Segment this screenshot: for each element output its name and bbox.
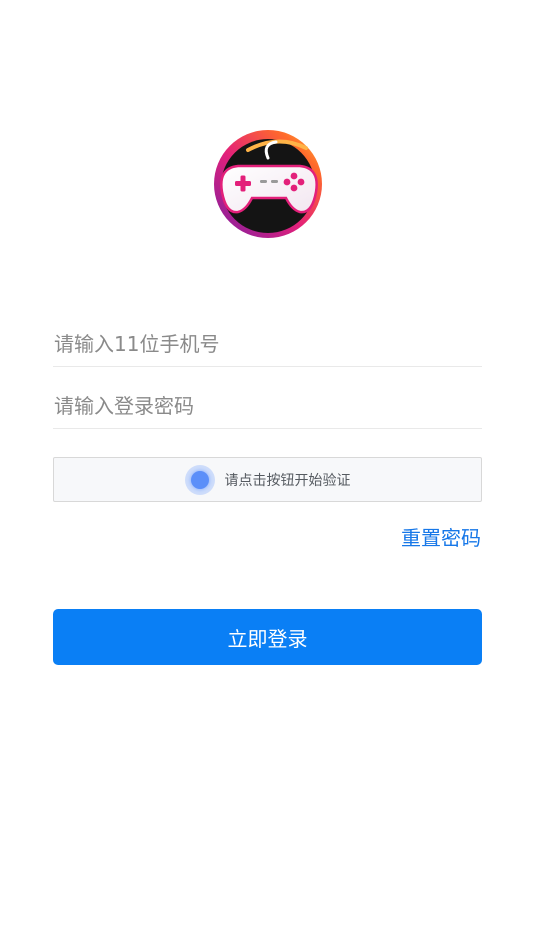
password-input[interactable] [53, 384, 482, 428]
reset-password-link[interactable]: 重置密码 [401, 522, 481, 551]
phone-input[interactable] [53, 322, 482, 366]
gamepad-logo-icon [214, 130, 322, 238]
login-button[interactable]: 立即登录 [53, 609, 482, 665]
captcha-dot-icon [184, 464, 215, 495]
captcha-verify-button[interactable]: 请点击按钮开始验证 [53, 457, 482, 502]
captcha-label: 请点击按钮开始验证 [224, 472, 351, 489]
login-page: 请点击按钮开始验证 重置密码 立即登录 [0, 0, 534, 949]
password-field [53, 384, 482, 429]
phone-field [53, 322, 482, 367]
